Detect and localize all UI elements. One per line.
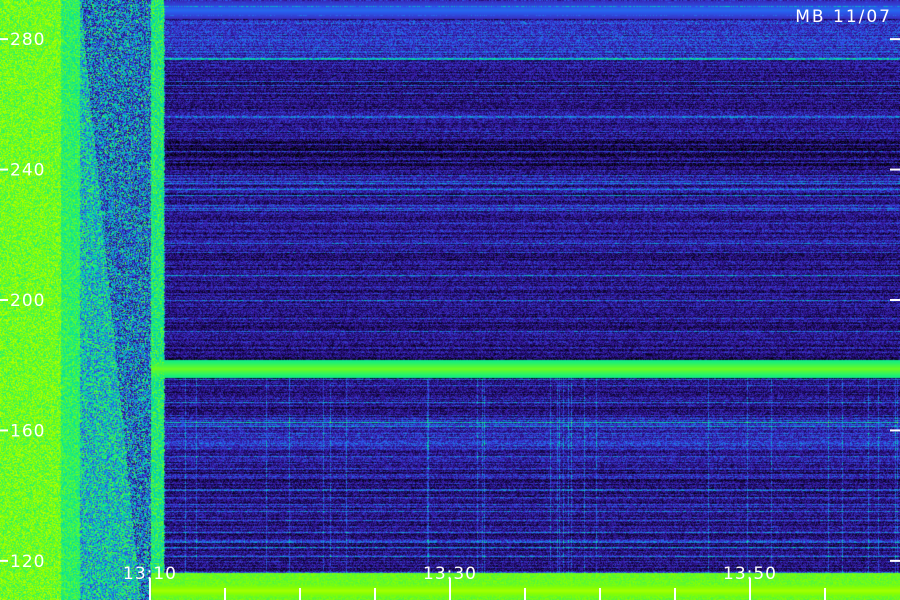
spectrogram-overlay: 120 160 200 240 280 13:10 13:30 13:50 MB 11/07 xyxy=(0,7,900,600)
y-tick-label: 120 xyxy=(10,552,45,572)
x-tick-label: 13:10 xyxy=(123,564,177,584)
x-tick-label: 13:30 xyxy=(423,564,477,584)
y-tick-label: 200 xyxy=(10,291,45,311)
y-axis-left: 120 160 200 240 280 xyxy=(0,30,45,572)
y-tick-label: 280 xyxy=(10,30,45,50)
x-axis: 13:10 13:30 13:50 xyxy=(123,564,826,600)
y-axis-right xyxy=(890,38,900,562)
y-tick-label: 240 xyxy=(10,161,45,181)
x-tick-label: 13:50 xyxy=(723,564,777,584)
y-tick-label: 160 xyxy=(10,421,45,441)
station-label: MB 11/07 xyxy=(795,7,892,27)
